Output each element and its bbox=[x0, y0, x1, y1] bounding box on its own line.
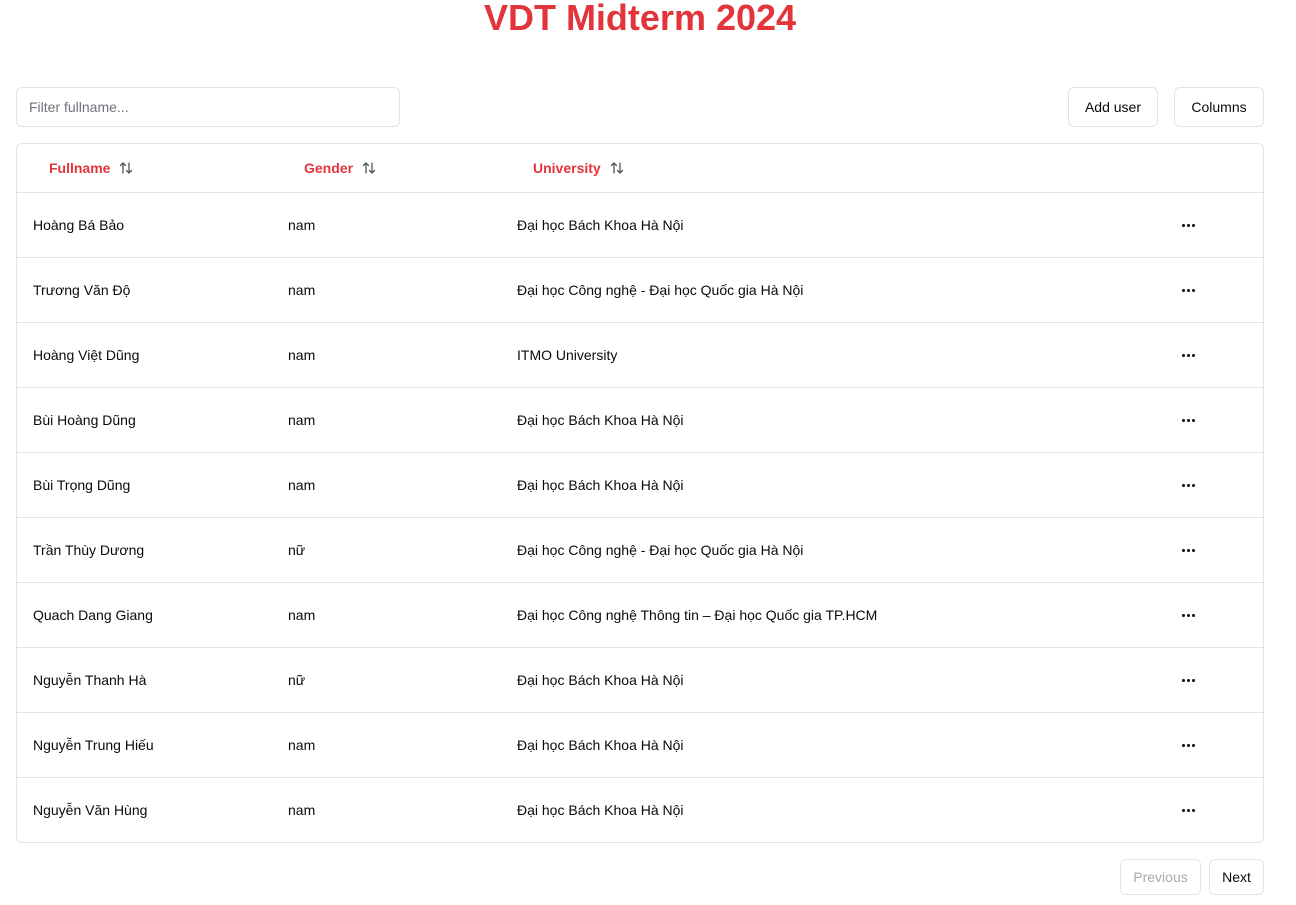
more-horizontal-icon bbox=[1181, 353, 1195, 357]
university-cell: Đại học Bách Khoa Hà Nội bbox=[517, 217, 684, 233]
sort-arrows-icon bbox=[120, 162, 133, 174]
fullname-cell: Hoàng Bá Bảo bbox=[33, 217, 125, 233]
more-horizontal-icon bbox=[1181, 483, 1195, 487]
university-cell: ITMO University bbox=[517, 347, 618, 363]
university-cell: Đại học Bách Khoa Hà Nội bbox=[517, 737, 684, 753]
fullname-cell: Bùi Trọng Dũng bbox=[33, 477, 131, 493]
table-row: Bùi Hoàng Dũng nam Đại học Bách Khoa Hà … bbox=[17, 388, 1263, 453]
row-actions-button[interactable] bbox=[1178, 323, 1198, 387]
university-cell: Đại học Bách Khoa Hà Nội bbox=[517, 802, 684, 818]
fullname-cell: Trương Văn Độ bbox=[33, 282, 131, 298]
previous-page-button[interactable]: Previous bbox=[1120, 859, 1201, 895]
table-row: Hoàng Việt Dũng nam ITMO University bbox=[17, 323, 1263, 388]
table-row: Trương Văn Độ nam Đại học Công nghệ - Đạ… bbox=[17, 258, 1263, 323]
university-cell: Đại học Bách Khoa Hà Nội bbox=[517, 477, 684, 493]
more-horizontal-icon bbox=[1181, 743, 1195, 747]
more-horizontal-icon bbox=[1181, 288, 1195, 292]
table-row: Nguyễn Văn Hùng nam Đại học Bách Khoa Hà… bbox=[17, 778, 1263, 842]
university-cell: Đại học Công nghệ - Đại học Quốc gia Hà … bbox=[517, 282, 804, 298]
table-row: Nguyễn Thanh Hà nữ Đại học Bách Khoa Hà … bbox=[17, 648, 1263, 713]
columns-button[interactable]: Columns bbox=[1174, 87, 1264, 127]
row-actions-button[interactable] bbox=[1178, 713, 1198, 777]
more-horizontal-icon bbox=[1181, 548, 1195, 552]
sort-arrows-icon bbox=[362, 162, 376, 174]
table-row: Nguyễn Trung Hiếu nam Đại học Bách Khoa … bbox=[17, 713, 1263, 778]
gender-cell: nữ bbox=[288, 542, 306, 558]
row-actions-button[interactable] bbox=[1178, 778, 1198, 842]
next-page-button[interactable]: Next bbox=[1209, 859, 1264, 895]
fullname-cell: Nguyễn Văn Hùng bbox=[33, 802, 148, 818]
more-horizontal-icon bbox=[1181, 678, 1195, 682]
table-row: Bùi Trọng Dũng nam Đại học Bách Khoa Hà … bbox=[17, 453, 1263, 518]
table-header: Fullname Gender University bbox=[17, 144, 1263, 193]
fullname-cell: Hoàng Việt Dũng bbox=[33, 347, 140, 363]
university-cell: Đại học Bách Khoa Hà Nội bbox=[517, 672, 684, 688]
table-row: Trần Thùy Dương nữ Đại học Công nghệ - Đ… bbox=[17, 518, 1263, 583]
table-body: Hoàng Bá Bảo nam Đại học Bách Khoa Hà Nộ… bbox=[17, 193, 1263, 842]
row-actions-button[interactable] bbox=[1178, 388, 1198, 452]
fullname-cell: Quach Dang Giang bbox=[33, 607, 153, 623]
table-row: Quach Dang Giang nam Đại học Công nghệ T… bbox=[17, 583, 1263, 648]
more-horizontal-icon bbox=[1181, 613, 1195, 617]
gender-cell: nam bbox=[288, 347, 316, 363]
fullname-cell: Nguyễn Trung Hiếu bbox=[33, 737, 154, 753]
gender-cell: nam bbox=[288, 412, 316, 428]
row-actions-button[interactable] bbox=[1178, 453, 1198, 517]
toolbar: Add user Columns bbox=[16, 87, 1264, 127]
fullname-cell: Nguyễn Thanh Hà bbox=[33, 672, 147, 688]
add-user-button[interactable]: Add user bbox=[1068, 87, 1158, 127]
gender-cell: nữ bbox=[288, 672, 306, 688]
page-title: VDT Midterm 2024 bbox=[483, 0, 797, 38]
gender-cell: nam bbox=[288, 737, 316, 753]
sort-arrows-icon bbox=[610, 162, 623, 174]
university-cell: Đại học Bách Khoa Hà Nội bbox=[517, 412, 684, 428]
fullname-cell: Bùi Hoàng Dũng bbox=[33, 412, 136, 428]
column-header-gender[interactable]: Gender bbox=[304, 144, 377, 192]
filter-fullname-input[interactable] bbox=[16, 87, 400, 127]
table-row: Hoàng Bá Bảo nam Đại học Bách Khoa Hà Nộ… bbox=[17, 193, 1263, 258]
university-cell: Đại học Công nghệ - Đại học Quốc gia Hà … bbox=[517, 542, 804, 558]
more-horizontal-icon bbox=[1181, 808, 1195, 812]
row-actions-button[interactable] bbox=[1178, 258, 1198, 322]
column-header-university[interactable]: University bbox=[533, 144, 625, 192]
row-actions-button[interactable] bbox=[1178, 518, 1198, 582]
column-header-fullname[interactable]: Fullname bbox=[49, 144, 134, 192]
column-header-label: Fullname bbox=[49, 160, 111, 176]
university-cell: Đại học Công nghệ Thông tin – Đại học Qu… bbox=[517, 607, 878, 623]
column-header-label: University bbox=[533, 160, 601, 176]
more-horizontal-icon bbox=[1181, 223, 1195, 227]
row-actions-button[interactable] bbox=[1178, 583, 1198, 647]
column-header-label: Gender bbox=[304, 160, 354, 176]
gender-cell: nam bbox=[288, 217, 316, 233]
row-actions-button[interactable] bbox=[1178, 648, 1198, 712]
fullname-cell: Trần Thùy Dương bbox=[33, 542, 145, 558]
page: VDT Midterm 2024 Add user Columns Fullna… bbox=[0, 0, 1296, 905]
row-actions-button[interactable] bbox=[1178, 193, 1198, 257]
gender-cell: nam bbox=[288, 607, 316, 623]
users-table: Fullname Gender University Hoàng Bá Bảo … bbox=[16, 143, 1264, 843]
gender-cell: nam bbox=[288, 477, 316, 493]
gender-cell: nam bbox=[288, 802, 316, 818]
more-horizontal-icon bbox=[1181, 418, 1195, 422]
gender-cell: nam bbox=[288, 282, 316, 298]
